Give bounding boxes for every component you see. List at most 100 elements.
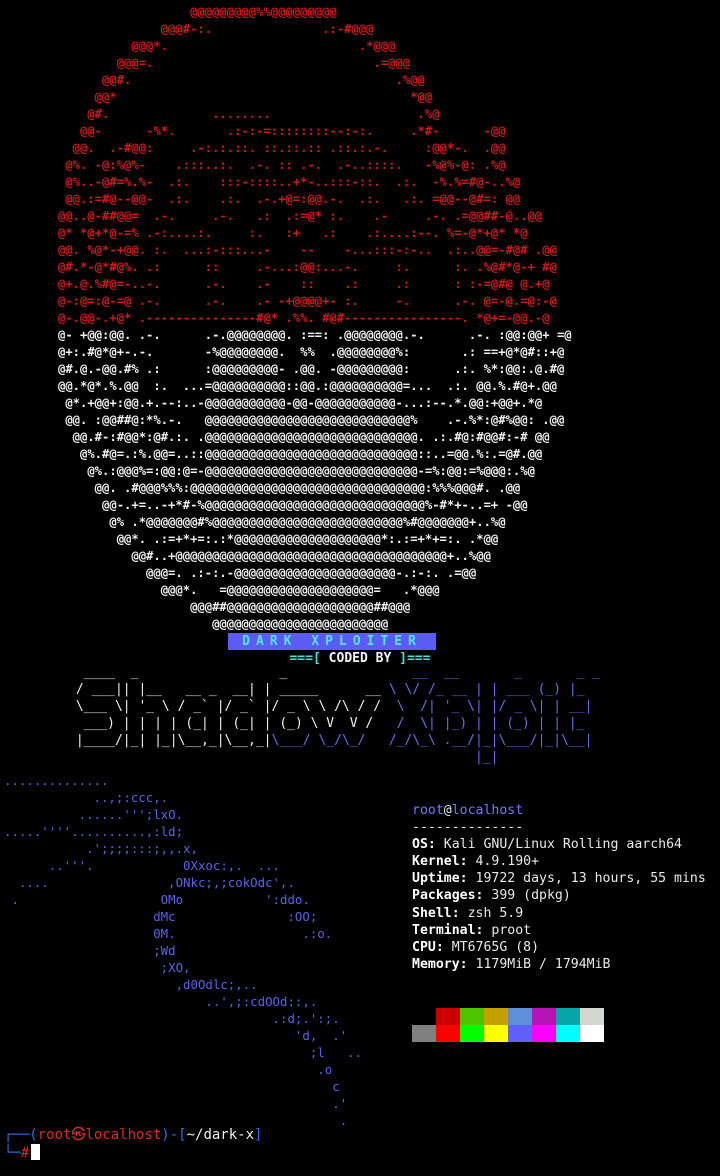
- sysinfo-row: Packages: 399 (dpkg): [412, 888, 571, 903]
- title-xploit-part: \___/ \_/\_/ /_/\_\ .__/|_|\___/|_|\__|: [271, 733, 593, 748]
- palette-row-normal: [412, 1008, 604, 1025]
- skull-line: @@@@@@@@@@@@@@@@@@@@@@@@: [58, 617, 543, 631]
- sysinfo-value: 1179MiB / 1794MiB: [467, 956, 611, 972]
- color-swatch: [508, 1025, 532, 1042]
- shadow-xploit-ascii-title: ____ _ _ __ __ _ _ _ / ___|| |__ __ _ __…: [68, 664, 679, 766]
- color-swatch: [436, 1008, 460, 1025]
- color-swatch: [508, 1008, 532, 1025]
- skull-line: @%.:@@@%=:@@:@=-@@@@@@@@@@@@@@@@@@@@@@@@…: [58, 464, 565, 478]
- skull-line: @%. -@:%@%- .:::..:. .-. :: .-. .-..::::…: [58, 158, 513, 172]
- color-swatch: [484, 1025, 508, 1042]
- skull-line: @@. .-#@@: .-:.:.::. ::.::.:: .::.:.-. :…: [58, 141, 521, 155]
- skull-line: @@@=. .=@@@: [58, 56, 469, 70]
- palette-row-bright: [412, 1025, 604, 1042]
- skull-line: @@.*@*.%.@@ :. ...=@@@@@@@@@@::@@.:@@@@@…: [58, 379, 557, 393]
- sysinfo-label: Terminal:: [412, 922, 484, 938]
- skull-line: @@@*. .*@@@: [58, 39, 469, 53]
- skull-line: @% .*@@@@@@@#%@@@@@@@@@@@@@@@@@@@@@@@@@@…: [58, 515, 557, 529]
- kali-logo-line: ..............: [4, 773, 109, 788]
- text-cursor[interactable]: [31, 1144, 41, 1160]
- skull-line: @*.+@@+:@@.+.--:..-@@@@@@@@@@@-@@-@@@@@@…: [58, 396, 550, 410]
- sysinfo-row: Uptime: 19722 days, 13 hours, 55 mins: [412, 871, 706, 886]
- kali-logo-line: dMc :OO;: [4, 909, 318, 924]
- kali-logo-line: .': [4, 1096, 348, 1111]
- sysinfo-host: localhost: [451, 803, 524, 818]
- sysinfo-value: proot: [483, 922, 532, 938]
- kali-logo-line: .....''''..........,:ld;: [4, 824, 184, 839]
- prompt-mid: )-[: [161, 1127, 187, 1143]
- sysinfo-value: Kali GNU/Linux Rolling aarch64: [435, 837, 682, 853]
- sysinfo-user: root: [412, 803, 444, 818]
- sysinfo-label: Uptime:: [412, 871, 468, 887]
- kali-logo-line: 'd, .': [4, 1028, 348, 1043]
- sysinfo-row: Terminal: proot: [412, 923, 531, 938]
- skull-line: @#.@.-@@.#% .: :@@@@@@@@@- .@@. -@@@@@@@…: [58, 362, 565, 376]
- system-info-panel: root@localhost -------------- OS: Kali G…: [412, 802, 706, 973]
- kali-dragon-ascii-logo: .............. ..,;:ccc,. ......''';lxO.…: [4, 772, 362, 1129]
- color-swatch: [460, 1008, 484, 1025]
- skull-line: @@*. .:=+*+=:.:*@@@@@@@@@@@@@@@@@@@@*:.:…: [58, 532, 557, 546]
- skull-line: @@#. .%@@: [58, 73, 469, 87]
- kali-logo-line: ..'''. 0Xxoc:,. ...: [4, 858, 281, 873]
- prompt-corner-bottom: └─: [4, 1145, 21, 1161]
- sysinfo-label: Memory:: [412, 956, 468, 972]
- skull-line: @@..@-##@@= .-. .-. .: .:=@* :. .- .-. .…: [58, 209, 543, 223]
- skull-line: @-:@=:@-=@ .-. .-. .- -+@@@@+- :. -. .-.…: [58, 294, 557, 308]
- skull-line: @@- -%*. .:-:-=::::::::--:-:. .*#- -@@: [58, 124, 528, 138]
- skull-line: @@. :@@##@:*%.-. @@@@@@@@@@@@@@@@@@@@@@@…: [58, 413, 572, 427]
- skull-line: @@@@@@@@@%%@@@@@@@@@: [58, 5, 469, 19]
- title-shadow-part: ___) | | | | (_| | (_| | (_) \ V V /: [68, 716, 389, 731]
- sysinfo-row: Shell: zsh 5.9: [412, 906, 523, 921]
- title-xploit-part: \ /| '_ \| |/ _ \| | __|: [388, 699, 593, 714]
- skull-line: @-.@@-.+@* .---------------#@* .%%. #@#-…: [58, 311, 550, 325]
- title-shadow-part: |____/|_| |_|\__,_|\__,_|: [68, 733, 272, 748]
- skull-line: @%.#@=.:%.@@=..::@@@@@@@@@@@@@@@@@@@@@@@…: [58, 447, 565, 461]
- color-swatch: [484, 1008, 508, 1025]
- skull-line: @#. ........ .%@: [58, 107, 469, 121]
- kali-logo-line: ,d0Odlc;,..: [4, 977, 258, 992]
- sysinfo-value: 19722 days, 13 hours, 55 mins: [467, 871, 706, 887]
- sysinfo-separator: --------------: [412, 820, 524, 836]
- ascii-skull-art: @@@@@@@@@%%@@@@@@@@@ @@@#-:. .:-#@@@ @@@…: [58, 4, 618, 633]
- skull-line: @+:.#@*@+-.-. -%@@@@@@@@. %% .@@@@@@@@%:…: [58, 345, 565, 359]
- kali-logo-line: c: [4, 1079, 340, 1094]
- sysinfo-value: zsh 5.9: [459, 905, 524, 921]
- kali-logo-line: .';;;;:::;,,.x,: [4, 841, 198, 856]
- banner-text: DARK XPLOITER: [242, 634, 422, 649]
- prompt-close: ]: [254, 1127, 263, 1143]
- skull-line: @@.:=#@--@@- .:. .:. .-.+@=:@@.-. .:. .:…: [58, 192, 521, 206]
- sysinfo-value: 4.9.190+: [467, 854, 540, 870]
- color-swatch: [580, 1008, 604, 1025]
- prompt-corner-top: ┌──(: [4, 1127, 38, 1143]
- kali-logo-line: . OMo ':ddo.: [4, 892, 310, 907]
- shell-prompt[interactable]: ┌──(root㉿localhost)-[~/dark-x] └─#: [4, 1126, 262, 1162]
- color-swatch: [412, 1008, 436, 1025]
- sysinfo-label: OS:: [412, 837, 436, 853]
- skull-line: @@@*. =@@@@@@@@@@@@@@@@@@@@= .*@@@: [58, 583, 543, 597]
- color-swatch: [436, 1025, 460, 1042]
- prompt-line-top: ┌──(root㉿localhost)-[~/dark-x]: [4, 1126, 262, 1144]
- prompt-user: root: [37, 1127, 72, 1143]
- skull-line: @+.@.%#@=-..-. .-. .- :: .: .: : :-=@#@ …: [58, 277, 550, 291]
- color-palette: [412, 1008, 604, 1042]
- kali-logo-line: 0M. .:o.: [4, 926, 333, 941]
- prompt-line-bottom[interactable]: └─#: [4, 1144, 262, 1162]
- title-xploit-part: __ __ _ _ _: [412, 665, 624, 680]
- title-line: |____/|_| |_|\__,_|\__,_|\___/ \_/\_/ /_…: [68, 732, 679, 749]
- sysinfo-label: CPU:: [412, 939, 444, 955]
- color-swatch: [412, 1025, 436, 1042]
- sysinfo-row: OS: Kali GNU/Linux Rolling aarch64: [412, 837, 682, 852]
- kali-logo-line: .... ,ONkc;,;cokOdc',.: [4, 875, 295, 890]
- sysinfo-value: 399 (dpkg): [483, 888, 571, 904]
- sysinfo-row: CPU: MT6765G (8): [412, 940, 539, 955]
- title-line: ____ _ _ __ __ _ _ _: [68, 664, 679, 681]
- sysinfo-at: @: [443, 803, 452, 818]
- title-line: |_|: [68, 749, 679, 766]
- dark-xploiter-banner: DARK XPLOITER: [228, 633, 436, 650]
- color-swatch: [532, 1008, 556, 1025]
- kali-logo-line: ;l ..: [4, 1045, 363, 1060]
- kali-logo-line: ..',;:cdOOd::,.: [4, 994, 318, 1009]
- kali-logo-line: ..,;:ccc,.: [4, 790, 169, 805]
- title-line: \___ \| '_ \ / _` |/ _` |/ _ \ \ /\ / / …: [68, 698, 679, 715]
- color-swatch: [460, 1025, 484, 1042]
